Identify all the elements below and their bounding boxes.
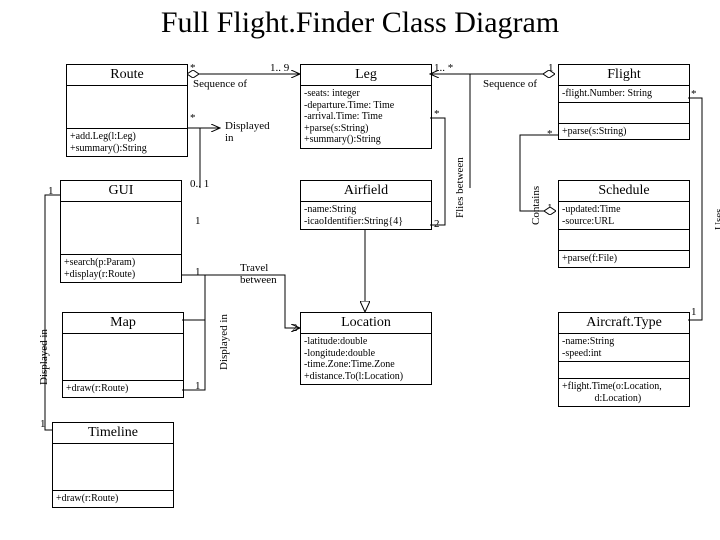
mult-star-route: * bbox=[190, 62, 196, 74]
class-map-name: Map bbox=[63, 313, 183, 334]
class-airfield: Airfield -name:String -icaoIdentifier:St… bbox=[300, 180, 432, 230]
class-gui-attrs bbox=[61, 202, 181, 255]
class-aircrafttype-attrs: -name:String -speed:int bbox=[559, 334, 689, 362]
label-fliesbetween: Flies between bbox=[454, 157, 466, 218]
class-schedule-blank bbox=[559, 230, 689, 251]
mult-1-gui-map: 1 bbox=[195, 266, 201, 278]
mult-1-gui-route: 1 bbox=[195, 215, 201, 227]
class-flight-attrs: -flight.Number: String bbox=[559, 86, 689, 103]
label-travelbetween: Travel between bbox=[240, 262, 277, 286]
class-flight-name: Flight bbox=[559, 65, 689, 86]
label-contains: Contains bbox=[530, 186, 542, 225]
class-route: Route +add.Leg(l:Leg) +summary():String bbox=[66, 64, 188, 157]
mult-1-at: 1 bbox=[691, 306, 697, 318]
label-displayedin-1: Displayed in bbox=[225, 120, 270, 144]
class-airfield-attrs: -name:String -icaoIdentifier:String{4} bbox=[301, 202, 431, 229]
class-flight-ops: +parse(s:String) bbox=[559, 124, 689, 140]
class-leg-name: Leg bbox=[301, 65, 431, 86]
mult-2-location: 2 bbox=[292, 322, 298, 334]
mult-2-airfield: 2 bbox=[434, 218, 440, 230]
class-airfield-name: Airfield bbox=[301, 181, 431, 202]
mult-01-gui: 0.. 1 bbox=[190, 178, 209, 190]
class-gui-ops: +search(p:Param) +display(r:Route) bbox=[61, 255, 181, 282]
class-schedule: Schedule -updated:Time -source:URL +pars… bbox=[558, 180, 690, 268]
label-displayedin-3: Displayed in bbox=[38, 329, 50, 385]
class-aircrafttype: Aircraft.Type -name:String -speed:int +f… bbox=[558, 312, 690, 407]
mult-1star-leg: 1.. * bbox=[434, 62, 453, 74]
label-sequenceof-2: Sequence of bbox=[483, 78, 537, 90]
class-timeline-name: Timeline bbox=[53, 423, 173, 444]
mult-star-flight-sched: * bbox=[547, 128, 553, 140]
class-map: Map +draw(r:Route) bbox=[62, 312, 184, 398]
class-map-attrs bbox=[63, 334, 183, 381]
class-schedule-ops: +parse(f:File) bbox=[559, 251, 689, 267]
label-sequenceof-1: Sequence of bbox=[193, 78, 247, 90]
class-timeline: Timeline +draw(r:Route) bbox=[52, 422, 174, 508]
mult-19-leg: 1.. 9 bbox=[270, 62, 289, 74]
label-displayedin-2: Displayed in bbox=[218, 314, 230, 370]
class-route-attrs bbox=[67, 86, 187, 129]
class-aircrafttype-name: Aircraft.Type bbox=[559, 313, 689, 334]
mult-star-flight-at: * bbox=[691, 88, 697, 100]
mult-1-left-tl: 1 bbox=[40, 418, 46, 430]
class-route-name: Route bbox=[67, 65, 187, 86]
class-timeline-attrs bbox=[53, 444, 173, 491]
class-route-ops: +add.Leg(l:Leg) +summary():String bbox=[67, 129, 187, 156]
mult-star-leg-airfield: * bbox=[434, 108, 440, 120]
class-schedule-attrs: -updated:Time -source:URL bbox=[559, 202, 689, 230]
mult-1-left-gui: 1 bbox=[48, 185, 54, 197]
mult-1-gui-tl: 1 bbox=[195, 380, 201, 392]
class-map-ops: +draw(r:Route) bbox=[63, 381, 183, 397]
class-aircrafttype-blank bbox=[559, 362, 689, 379]
class-flight-blank bbox=[559, 103, 689, 124]
class-flight: Flight -flight.Number: String +parse(s:S… bbox=[558, 64, 690, 140]
label-uses: Uses bbox=[713, 209, 720, 230]
class-aircrafttype-ops: +flight.Time(o:Location, d:Location) bbox=[559, 379, 689, 406]
class-leg: Leg -seats: integer -departure.Time: Tim… bbox=[300, 64, 432, 149]
class-schedule-name: Schedule bbox=[559, 181, 689, 202]
class-location-name: Location bbox=[301, 313, 431, 334]
class-location-attrs: -latitude:double -longitude:double -time… bbox=[301, 334, 431, 384]
class-leg-attrs: -seats: integer -departure.Time: Time -a… bbox=[301, 86, 431, 148]
class-gui: GUI +search(p:Param) +display(r:Route) bbox=[60, 180, 182, 283]
class-timeline-ops: +draw(r:Route) bbox=[53, 491, 173, 507]
class-location: Location -latitude:double -longitude:dou… bbox=[300, 312, 432, 385]
diagram-title: Full Flight.Finder Class Diagram bbox=[0, 6, 720, 40]
class-gui-name: GUI bbox=[61, 181, 181, 202]
mult-1-sched: 1 bbox=[547, 202, 553, 214]
mult-1-flight: 1 bbox=[548, 62, 554, 74]
mult-star-disp: * bbox=[190, 112, 196, 124]
